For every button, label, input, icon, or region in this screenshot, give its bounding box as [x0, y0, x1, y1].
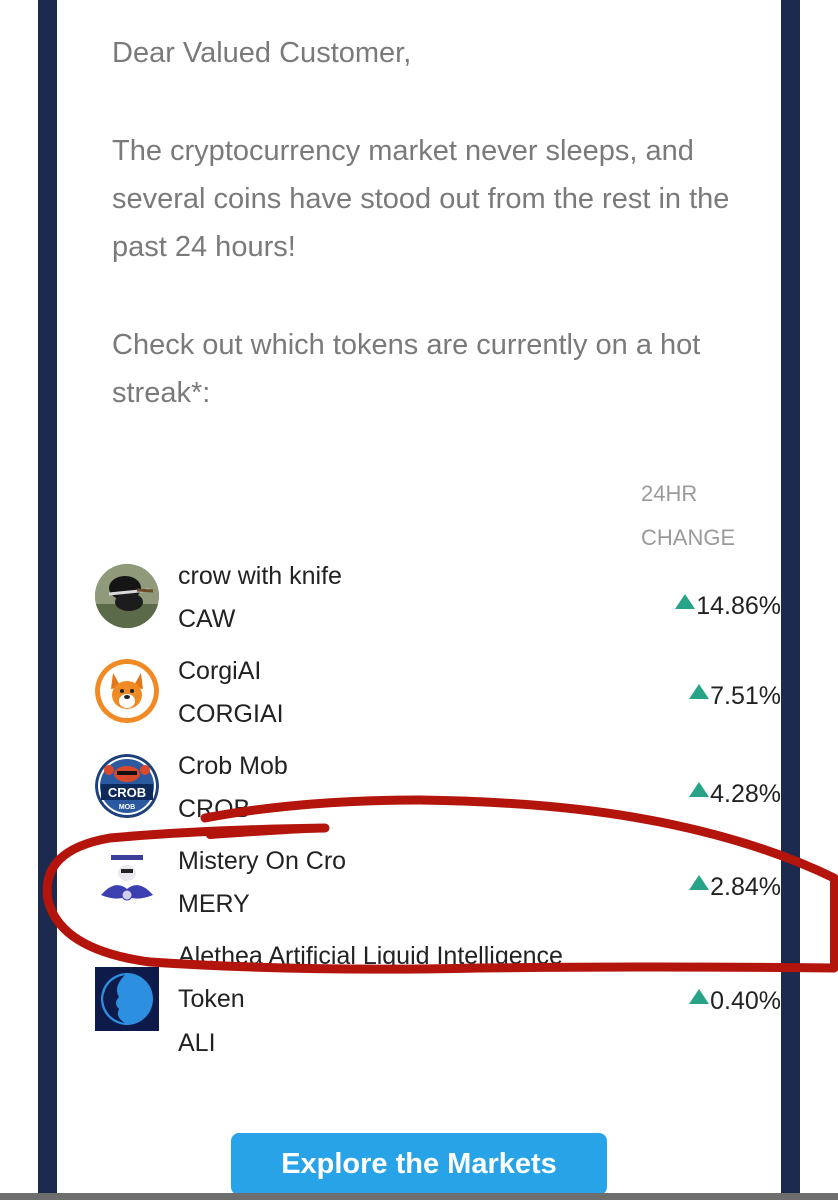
token-change-value: 4.28% [710, 780, 781, 808]
frame-margin-left [0, 0, 38, 1200]
ali-logo-icon [95, 967, 159, 1031]
crob-logo-icon: CROB MOB [95, 754, 159, 818]
token-change: 0.40% [689, 987, 781, 1016]
prompt-text: Check out which tokens are currently on … [112, 329, 701, 409]
email-border-right [781, 0, 800, 1200]
token-name-line-2: Token [178, 985, 245, 1013]
up-arrow-icon [689, 875, 710, 890]
token-symbol: CROB [178, 795, 251, 823]
token-symbol: ALI [178, 1029, 216, 1057]
explore-markets-button[interactable]: Explore the Markets [231, 1133, 607, 1195]
change-column-header: 24HR CHANGE [641, 472, 751, 560]
up-arrow-icon [689, 782, 710, 797]
intro-text: The cryptocurrency market never sleeps, … [112, 135, 730, 263]
up-arrow-icon [689, 684, 710, 699]
crob-logo-text: CROB [108, 785, 146, 800]
greeting-text: Dear Valued Customer, [112, 37, 412, 69]
token-change: 2.84% [689, 873, 781, 902]
bottom-edge-bar [0, 1193, 838, 1200]
token-row[interactable]: crow with knife CAW 14.86% [57, 562, 781, 658]
token-name: crow with knife [178, 562, 342, 590]
token-symbol: MERY [178, 890, 250, 918]
token-row[interactable]: CROB MOB Crob Mob CROB 4.28% [57, 752, 781, 848]
token-change: 4.28% [689, 780, 781, 809]
corgi-logo-icon [95, 659, 159, 723]
token-change-value: 2.84% [710, 873, 781, 901]
token-row[interactable]: Alethea Artificial Liquid Intelligence T… [57, 942, 781, 1057]
up-arrow-icon [689, 989, 710, 1004]
frame-margin-right [800, 0, 838, 1200]
email-border-left [38, 0, 57, 1200]
crob-logo-subtext: MOB [119, 804, 135, 811]
up-arrow-icon [675, 594, 696, 609]
token-change-value: 7.51% [710, 682, 781, 710]
token-name: Alethea Artificial Liquid Intelligence [178, 942, 563, 970]
token-change-value: 14.86% [696, 592, 781, 620]
token-name: CorgiAI [178, 657, 262, 685]
header-line-1: 24HR [641, 481, 698, 506]
token-change-value: 0.40% [710, 987, 781, 1015]
token-change: 7.51% [689, 682, 781, 711]
token-symbol: CORGIAI [178, 700, 284, 728]
token-row[interactable]: Mistery On Cro MERY 2.84% [57, 847, 781, 943]
token-symbol: CAW [178, 605, 236, 633]
token-row[interactable]: CorgiAI CORGIAI 7.51% [57, 657, 781, 753]
token-change: 14.86% [675, 592, 781, 621]
token-name: Mistery On Cro [178, 847, 347, 875]
email-body: Dear Valued Customer, The cryptocurrency… [57, 0, 781, 1200]
header-line-2: CHANGE [641, 525, 736, 550]
mery-logo-icon [95, 849, 159, 913]
crow-logo-icon [95, 564, 159, 628]
token-name: Crob Mob [178, 752, 288, 780]
